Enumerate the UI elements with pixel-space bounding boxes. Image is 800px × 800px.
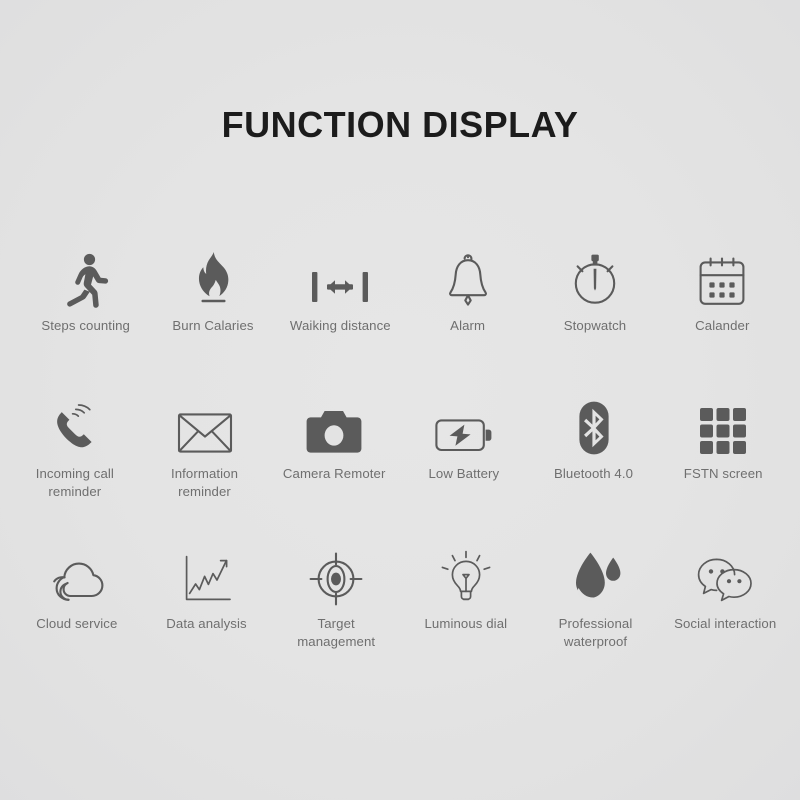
feature-item-label: Information reminder bbox=[170, 466, 239, 499]
light-bulb-icon bbox=[438, 548, 494, 606]
feature-item-label: Target management bbox=[297, 616, 376, 649]
phone-ringing-icon bbox=[48, 398, 102, 456]
bluetooth-icon bbox=[571, 398, 617, 456]
feature-item-fstn-screen[interactable]: FSTN screen bbox=[658, 398, 788, 548]
feature-item-waiking-distance[interactable]: Waiking distance bbox=[277, 250, 404, 398]
function-display-page: FUNCTION DISPLAY Steps counting Burn Cal… bbox=[0, 0, 800, 800]
grid-squares-icon bbox=[698, 398, 748, 456]
feature-item-label: Incoming call reminder bbox=[35, 466, 114, 499]
distance-measure-icon bbox=[309, 250, 371, 308]
chat-bubbles-icon bbox=[694, 548, 756, 606]
feature-item-data-analysis[interactable]: Data analysis bbox=[142, 548, 272, 698]
feature-item-alarm[interactable]: Alarm bbox=[404, 250, 531, 398]
feature-row: Incoming call reminder Information remin… bbox=[0, 398, 800, 548]
feature-item-stopwatch[interactable]: Stopwatch bbox=[531, 250, 658, 398]
feature-item-incoming-call-reminder[interactable]: Incoming call reminder bbox=[10, 398, 140, 548]
feature-item-label: Steps counting bbox=[41, 318, 130, 333]
feature-item-luminous-dial[interactable]: Luminous dial bbox=[401, 548, 531, 698]
feature-item-low-battery[interactable]: Low Battery bbox=[399, 398, 529, 548]
feature-item-label: Professional waterproof bbox=[558, 616, 633, 649]
page-title: FUNCTION DISPLAY bbox=[221, 104, 579, 145]
feature-item-label: Data analysis bbox=[166, 616, 247, 631]
running-person-icon bbox=[60, 250, 112, 308]
feature-item-steps-counting[interactable]: Steps counting bbox=[22, 250, 149, 398]
envelope-icon bbox=[176, 398, 234, 456]
feature-item-label: Camera Remoter bbox=[282, 466, 386, 481]
feature-item-label: FSTN screen bbox=[683, 466, 763, 481]
feature-item-bluetooth[interactable]: Bluetooth 4.0 bbox=[529, 398, 659, 548]
feature-row: Cloud service Data analysis Target manag… bbox=[0, 548, 800, 698]
stopwatch-icon bbox=[568, 250, 622, 308]
feature-item-label: Waiking distance bbox=[289, 318, 391, 333]
feature-item-label: Luminous dial bbox=[424, 616, 508, 631]
flame-icon bbox=[190, 250, 236, 308]
feature-item-label: Alarm bbox=[450, 318, 486, 333]
cloud-icon bbox=[46, 548, 108, 606]
feature-item-label: Calander bbox=[695, 318, 750, 333]
bell-icon bbox=[444, 250, 492, 308]
water-drop-icon bbox=[570, 548, 622, 606]
feature-item-calander[interactable]: Calander bbox=[659, 250, 786, 398]
feature-item-social-interaction[interactable]: Social interaction bbox=[660, 548, 790, 698]
feature-item-label: Bluetooth 4.0 bbox=[554, 466, 634, 481]
feature-item-label: Stopwatch bbox=[563, 318, 627, 333]
line-chart-icon bbox=[180, 548, 234, 606]
calendar-icon bbox=[695, 250, 749, 308]
feature-item-information-reminder[interactable]: Information reminder bbox=[140, 398, 270, 548]
feature-item-label: Social interaction bbox=[674, 616, 777, 631]
feature-item-label: Cloud service bbox=[36, 616, 118, 631]
feature-item-label: Burn Calaries bbox=[172, 318, 254, 333]
feature-item-burn-calaries[interactable]: Burn Calaries bbox=[149, 250, 276, 398]
feature-item-label: Low Battery bbox=[428, 466, 500, 481]
feature-item-camera-remoter[interactable]: Camera Remoter bbox=[269, 398, 399, 548]
feature-item-target-management[interactable]: Target management bbox=[271, 548, 401, 698]
feature-item-cloud-service[interactable]: Cloud service bbox=[12, 548, 142, 698]
feature-grid: Steps counting Burn Calaries Waiking dis… bbox=[0, 250, 800, 698]
battery-bolt-icon bbox=[434, 398, 494, 456]
feature-row: Steps counting Burn Calaries Waiking dis… bbox=[0, 250, 800, 398]
feature-item-professional-waterproof[interactable]: Professional waterproof bbox=[531, 548, 661, 698]
camera-icon bbox=[305, 398, 363, 456]
crosshair-target-icon bbox=[309, 548, 363, 606]
